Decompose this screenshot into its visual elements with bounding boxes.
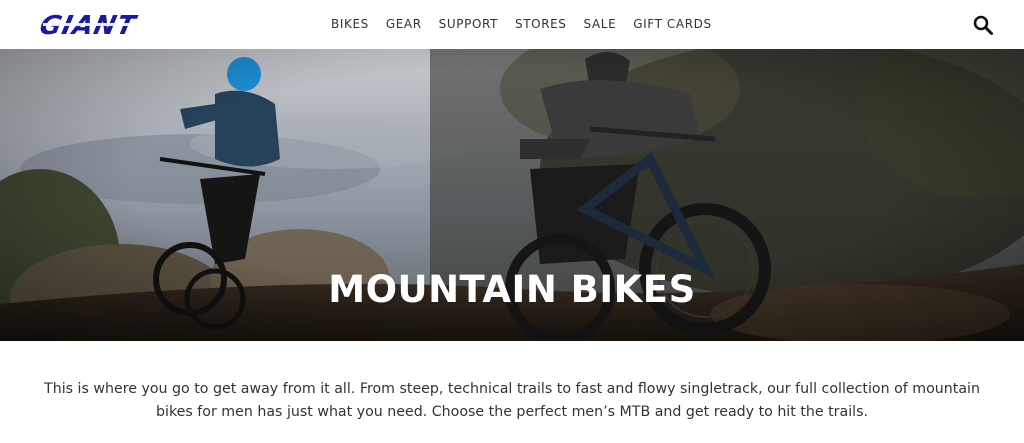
nav-item-sale[interactable]: SALE xyxy=(584,16,617,32)
main-nav: BIKES GEAR SUPPORT STORES SALE GIFT CARD… xyxy=(331,16,729,32)
site-header: GIANT BIKES GEAR SUPPORT STORES SALE GIF… xyxy=(0,0,1024,49)
hero-banner: MOUNTAIN BIKES xyxy=(0,49,1024,341)
nav-item-bikes[interactable]: BIKES xyxy=(331,16,369,32)
category-description: This is where you go to get away from it… xyxy=(44,381,980,420)
search-icon[interactable] xyxy=(972,14,994,36)
page-title: MOUNTAIN BIKES xyxy=(328,268,696,311)
nav-item-support[interactable]: SUPPORT xyxy=(439,16,498,32)
nav-item-gift-cards[interactable]: GIFT CARDS xyxy=(633,16,711,32)
giant-logo[interactable]: GIANT xyxy=(37,12,187,38)
nav-item-gear[interactable]: GEAR xyxy=(386,16,422,32)
nav-item-stores[interactable]: STORES xyxy=(515,16,567,32)
